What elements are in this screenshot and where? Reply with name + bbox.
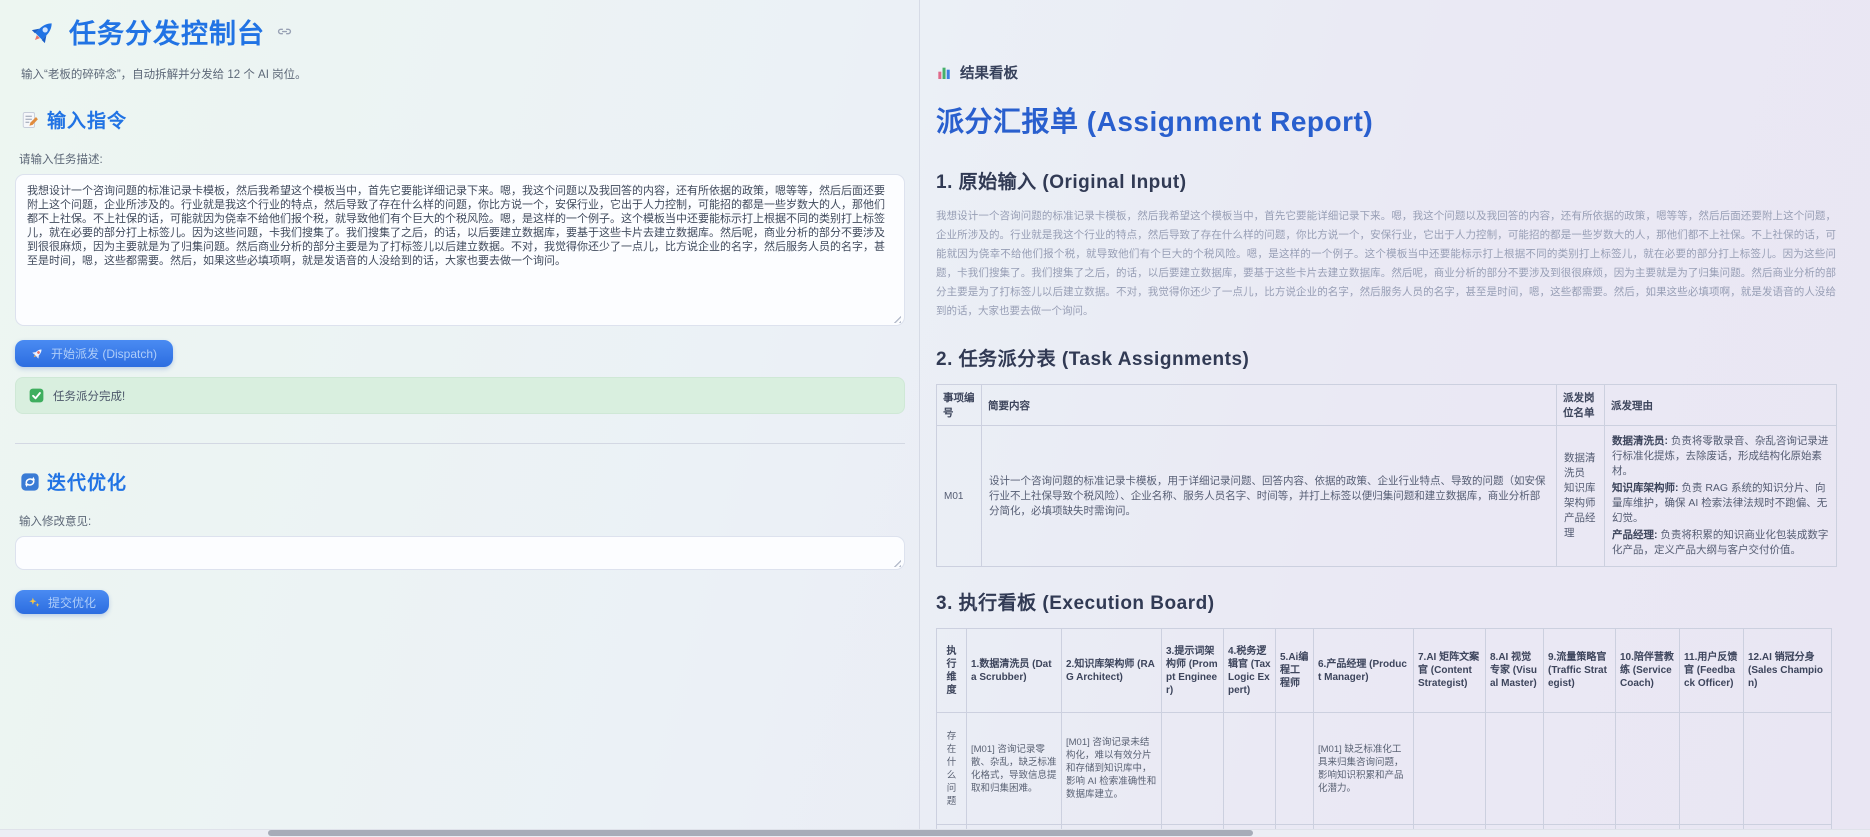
refine-section-title: 迭代优化 bbox=[47, 473, 128, 494]
col-header-data-scrubber: 1.数据清洗员 (Data Scrubber) bbox=[966, 628, 1062, 713]
col-header-feedback-officer: 11.用户反馈官 (Feedback Officer) bbox=[1679, 628, 1744, 713]
assignment-summary: 设计一个咨询问题的标准记录卡模板，用于详细记录问题、回答内容、依据的政策、企业行… bbox=[981, 425, 1557, 567]
input-section-title: 输入指令 bbox=[47, 111, 128, 132]
check-icon bbox=[29, 388, 44, 403]
results-board-title: 结果看板 bbox=[960, 66, 1018, 82]
col-header-sales-champion: 12.AI 销冠分身 (Sales Champion) bbox=[1743, 628, 1832, 713]
refine-input-wrap bbox=[15, 536, 905, 570]
col-header-service-coach: 10.陪伴营教练 (Service Coach) bbox=[1615, 628, 1680, 713]
execution-heading: 3. 执行看板 (Execution Board) bbox=[936, 593, 1215, 614]
reason-item: 知识库架构师负责 RAG 系统的知识分片、向量库维护，确保 AI 检索法律法规时… bbox=[1612, 481, 1829, 526]
rocket-icon bbox=[29, 18, 57, 46]
app-header: 任务分发控制台 bbox=[29, 12, 904, 51]
col-header-summary: 简要内容 bbox=[981, 384, 1557, 426]
exec-cell-empty bbox=[1743, 712, 1832, 825]
assignments-header-row: 事项编号 简要内容 派发岗位名单 派发理由 bbox=[936, 384, 1837, 426]
reason-item: 产品经理负责将积累的知识商业化包装成数字化产品，定义产品大纲与客户交付价值。 bbox=[1612, 528, 1829, 558]
exec-cell-empty bbox=[1485, 712, 1544, 825]
task-textarea-wrap: 我想设计一个咨询问题的标准记录卡模板，然后我希望这个模板当中，首先它要能详细记录… bbox=[15, 174, 905, 326]
page: 任务分发控制台 输入“老板的碎碎念”，自动拆解并分发给 12 个 AI 岗位。 … bbox=[0, 0, 1870, 837]
rocket-small-icon bbox=[31, 347, 44, 360]
assignment-reasons: 数据清洗员负责将零散录音、杂乱咨询记录进行标准化提炼，去除废话，形成结构化原始素… bbox=[1604, 425, 1837, 567]
col-header-dimension: 执行维度 bbox=[936, 628, 967, 713]
refresh-icon bbox=[21, 472, 39, 491]
original-input-text: 我想设计一个咨询问题的标准记录卡模板，然后我希望这个模板当中，首先它要能详细记录… bbox=[936, 210, 1836, 317]
exec-cell-empty bbox=[1679, 712, 1744, 825]
assignment-id: M01 bbox=[936, 425, 982, 567]
dispatch-button-label: 开始派发 (Dispatch) bbox=[51, 347, 158, 361]
exec-cell: [M01] 缺乏标准化工具来归集咨询问题，影响知识积累和产品化潜力。 bbox=[1313, 712, 1414, 825]
assignment-row-m01: M01 设计一个咨询问题的标准记录卡模板，用于详细记录问题、回答内容、依据的政策… bbox=[936, 425, 1837, 567]
col-header-rag-architect: 2.知识库架构师 (RAG Architect) bbox=[1061, 628, 1162, 713]
execution-header-row: 执行维度 1.数据清洗员 (Data Scrubber) 2.知识库架构师 (R… bbox=[936, 628, 1832, 713]
input-section-heading: 输入指令 bbox=[21, 106, 904, 133]
report-title: 派分汇报单 (Assignment Report) bbox=[936, 106, 1374, 137]
exec-cell-empty bbox=[1543, 712, 1616, 825]
col-header-traffic-strategist: 9.流量策略官 (Traffic Strategist) bbox=[1543, 628, 1616, 713]
refine-section-heading: 迭代优化 bbox=[21, 468, 904, 495]
dispatch-button[interactable]: 开始派发 (Dispatch) bbox=[15, 340, 174, 367]
results-board-heading: 结果看板 bbox=[936, 62, 1870, 83]
exec-cell: [M01] 咨询记录未结构化，难以有效分片和存储到知识库中，影响 AI 检索准确… bbox=[1061, 712, 1162, 825]
col-header-tax-logic-expert: 4.税务逻辑官 (Tax Logic Expert) bbox=[1223, 628, 1276, 713]
refine-label: 输入修改意见: bbox=[19, 516, 92, 528]
col-header-content-strategist: 7.AI 矩阵文案官 (Content Strategist) bbox=[1413, 628, 1486, 713]
exec-cell-empty bbox=[1615, 712, 1680, 825]
refine-input[interactable] bbox=[15, 536, 905, 570]
divider bbox=[15, 443, 905, 444]
assignments-table: 事项编号 简要内容 派发岗位名单 派发理由 M01 设计一个咨询问题的标准记录卡… bbox=[936, 384, 1837, 567]
task-description-label: 请输入任务描述: bbox=[19, 154, 103, 166]
reason-role: 数据清洗员 bbox=[1612, 435, 1671, 447]
exec-cell-empty bbox=[1413, 712, 1486, 825]
task-description-input[interactable]: 我想设计一个咨询问题的标准记录卡模板，然后我希望这个模板当中，首先它要能详细记录… bbox=[15, 174, 905, 326]
col-header-item-id: 事项编号 bbox=[936, 384, 982, 426]
col-header-prompt-engineer: 3.提示词架构师 (Prompt Engineer) bbox=[1161, 628, 1224, 713]
reason-role: 产品经理 bbox=[1612, 529, 1660, 541]
refine-submit-button[interactable]: 提交优化 bbox=[15, 590, 110, 614]
success-alert: 任务派分完成! bbox=[15, 377, 905, 414]
reason-item: 数据清洗员负责将零散录音、杂乱咨询记录进行标准化提炼，去除废话，形成结构化原始素… bbox=[1612, 434, 1829, 479]
control-panel: 任务分发控制台 输入“老板的碎碎念”，自动拆解并分发给 12 个 AI 岗位。 … bbox=[0, 0, 920, 837]
col-header-reason: 派发理由 bbox=[1604, 384, 1837, 426]
exec-cell-empty bbox=[1275, 712, 1314, 825]
exec-cell: [M01] 咨询记录零散、杂乱，缺乏标准化格式，导致信息提取和归集困难。 bbox=[966, 712, 1062, 825]
bar-chart-icon bbox=[936, 65, 952, 81]
assignment-roles: 数据清洗员 知识库架构师 产品经理 bbox=[1556, 425, 1605, 567]
col-header-ai-coder: 5.Ai编程工程师 bbox=[1275, 628, 1314, 713]
execution-table: 执行维度 1.数据清洗员 (Data Scrubber) 2.知识库架构师 (R… bbox=[936, 628, 1832, 837]
app-subtitle: 输入“老板的碎碎念”，自动拆解并分发给 12 个 AI 岗位。 bbox=[21, 69, 307, 81]
execution-row-problems: 存在什么问题 [M01] 咨询记录零散、杂乱，缺乏标准化格式，导致信息提取和归集… bbox=[936, 712, 1832, 825]
exec-cell-empty bbox=[1161, 712, 1224, 825]
horizontal-scrollbar-thumb[interactable] bbox=[268, 830, 1253, 836]
link-anchor-icon[interactable] bbox=[277, 24, 292, 39]
horizontal-scrollbar-track[interactable] bbox=[0, 829, 1870, 837]
assignments-heading: 2. 任务派分表 (Task Assignments) bbox=[936, 349, 1250, 370]
sparkles-icon bbox=[28, 596, 41, 609]
results-panel: 结果看板 派分汇报单 (Assignment Report) 1. 原始输入 (… bbox=[921, 0, 1870, 837]
exec-cell-empty bbox=[1223, 712, 1276, 825]
success-alert-text: 任务派分完成! bbox=[53, 390, 126, 403]
reason-role: 知识库架构师 bbox=[1612, 482, 1681, 494]
original-input-heading: 1. 原始输入 (Original Input) bbox=[936, 172, 1187, 193]
refine-submit-label: 提交优化 bbox=[48, 595, 97, 610]
row-dimension: 存在什么问题 bbox=[936, 712, 967, 825]
page-title: 任务分发控制台 bbox=[69, 19, 265, 49]
col-header-roles: 派发岗位名单 bbox=[1556, 384, 1605, 426]
col-header-product-manager: 6.产品经理 (Product Manager) bbox=[1313, 628, 1414, 713]
col-header-visual-master: 8.AI 视觉专家 (Visual Master) bbox=[1485, 628, 1544, 713]
memo-icon bbox=[21, 111, 39, 129]
